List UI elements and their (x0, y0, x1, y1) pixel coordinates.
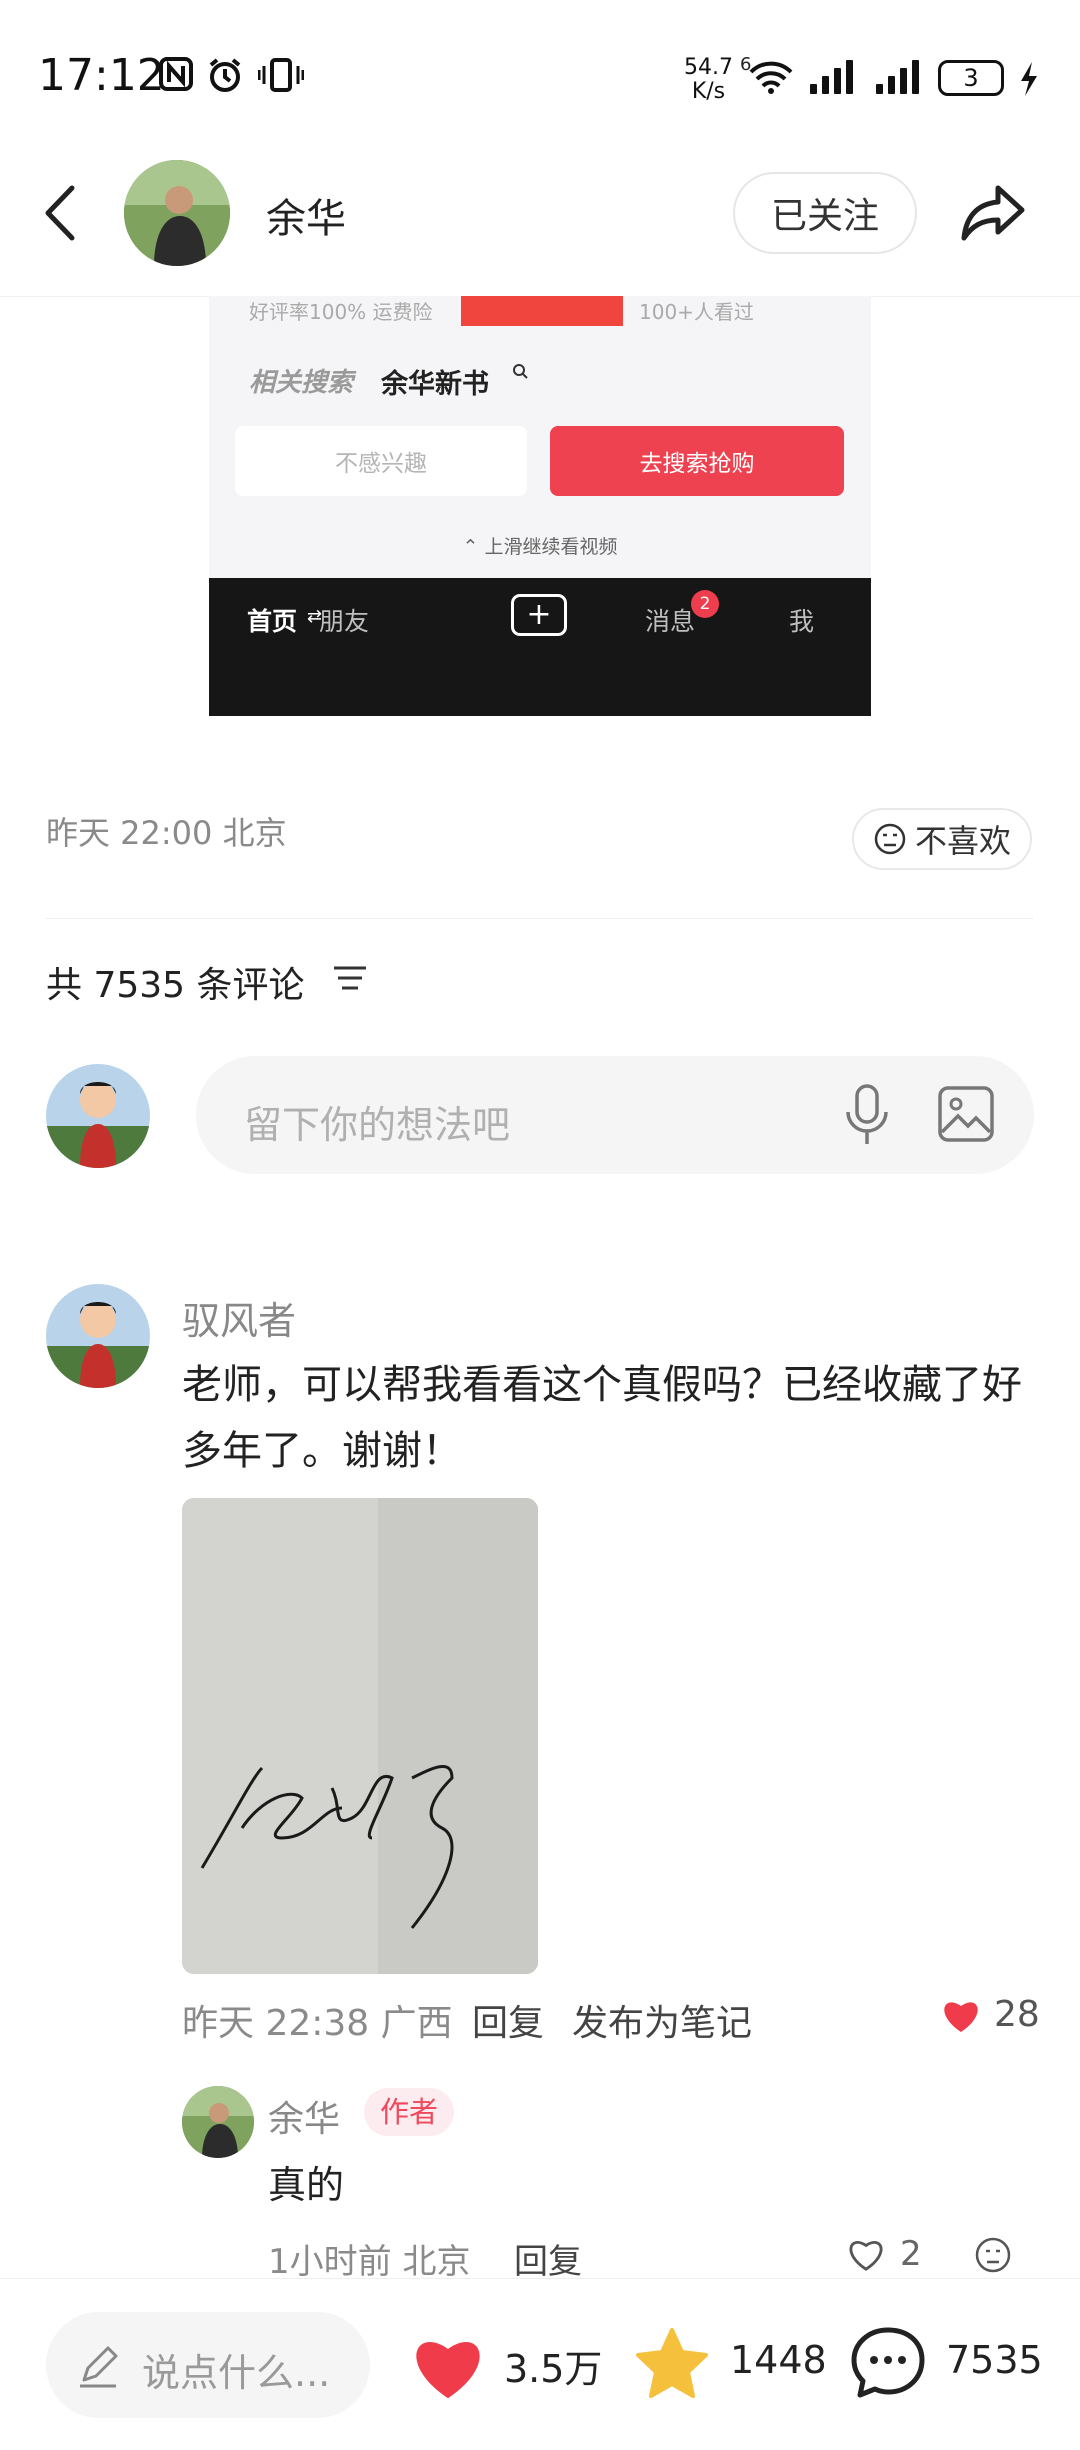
neutral-face-icon (874, 823, 906, 855)
embedded-red-price (461, 296, 623, 326)
reply-reaction-button[interactable] (974, 2236, 1012, 2278)
back-button[interactable] (38, 180, 82, 246)
comment-input-placeholder: 留下你的想法吧 (244, 1103, 511, 1147)
embedded-top-text: 好评率100% 运费险 (249, 300, 433, 324)
nfc-icon (158, 56, 194, 101)
embedded-up-icon: ⌃ (462, 536, 485, 558)
reply-like-button[interactable] (846, 2236, 886, 2276)
comment-bubble-icon (851, 2327, 925, 2398)
reply-time-location: 1小时前 北京 (268, 2242, 471, 2282)
share-button[interactable] (958, 180, 1028, 246)
alarm-icon (206, 56, 244, 103)
heart-filled-icon (944, 2002, 978, 2032)
voice-button[interactable] (840, 1082, 894, 1152)
vibrate-icon (257, 56, 305, 103)
star-filled-icon (636, 2328, 708, 2398)
bottom-comment-input[interactable]: 说点什么... (46, 2312, 370, 2418)
dislike-label: 不喜欢 (914, 822, 1011, 860)
reply-reply-button[interactable]: 回复 (514, 2234, 582, 2283)
embedded-nav-home: 首页 (247, 607, 298, 636)
like-count: 3.5万 (504, 2347, 603, 2391)
my-avatar (46, 1064, 150, 1168)
embedded-message-badge: 2 (691, 590, 719, 618)
embedded-nav-bar: 首页 ⇄ 朋友 + 消息 2 我 (209, 578, 871, 716)
post-image[interactable]: 好评率100% 运费险 100+人看过 相关搜索 余华新书 不感兴趣 去搜索抢购… (209, 296, 871, 716)
publish-as-note-button[interactable]: 发布为笔记 (572, 1994, 752, 2046)
embedded-related-term: 余华新书 (381, 369, 489, 400)
favorite-button[interactable] (632, 2324, 712, 2408)
pen-icon (74, 2342, 122, 2394)
comment-time-location: 昨天 22:38 广西 (182, 2003, 453, 2044)
author-name[interactable]: 余华 (266, 186, 346, 244)
neutral-face-icon (975, 2237, 1011, 2273)
reply-avatar[interactable] (182, 2086, 254, 2158)
embedded-nav-me: 我 (789, 607, 815, 636)
status-bar: 17:12 54.7 K/s 6 3 (0, 0, 1080, 150)
section-divider (46, 918, 1033, 919)
comment-image[interactable] (182, 1498, 538, 1974)
comment-total: 7535 (946, 2338, 1043, 2382)
embedded-nav-messages: 消息 (645, 607, 696, 636)
sort-button[interactable] (332, 964, 368, 998)
reply-user-name[interactable]: 余华 (268, 2090, 340, 2142)
embedded-not-interested: 不感兴趣 (235, 426, 527, 496)
image-icon (938, 1086, 994, 1142)
net-speed: 54.7 K/s (684, 55, 733, 104)
like-button[interactable] (408, 2330, 488, 2406)
comments-button[interactable] (848, 2322, 928, 2406)
comment-like-count: 28 (994, 1994, 1040, 2035)
comment-count: 共 7535 条评论 (46, 965, 305, 1006)
commenter-avatar[interactable] (46, 1284, 150, 1388)
embedded-related-label: 相关搜索 (249, 368, 354, 398)
charging-icon (1018, 60, 1040, 102)
microphone-icon (846, 1084, 888, 1144)
back-arrow-icon (45, 185, 75, 241)
embedded-search-buy: 去搜索抢购 (550, 426, 844, 496)
commenter-name[interactable]: 驭风者 (182, 1290, 296, 1345)
dislike-button[interactable]: 不喜欢 (852, 808, 1032, 870)
embedded-nav-friends: 朋友 (319, 607, 370, 636)
signal-icon-1 (810, 58, 856, 94)
embedded-scroll-hint: ⌃ 上滑继续看视频 (462, 536, 618, 558)
wifi-icon (748, 58, 794, 100)
sort-icon (334, 966, 366, 990)
author-tag: 作者 (364, 2088, 455, 2136)
heart-filled-icon (416, 2342, 480, 2399)
embedded-search-icon (511, 362, 529, 384)
reply-like-count: 2 (900, 2234, 922, 2274)
favorite-count: 1448 (730, 2338, 827, 2382)
reply-text: 真的 (268, 2163, 345, 2207)
status-time: 17:12 (38, 50, 165, 101)
embedded-nav-plus: + (511, 594, 567, 636)
share-icon (961, 185, 1025, 241)
signature-photo (182, 1498, 538, 1974)
post-time-location: 昨天 22:00 北京 (46, 814, 287, 852)
heart-outline-icon (849, 2240, 883, 2271)
battery-icon: 3 (938, 60, 1004, 96)
comment-text: 老师，可以帮我看看这个真假吗？已经收藏了好多年了。谢谢！ (182, 1362, 1022, 1474)
embedded-view-count: 100+人看过 (639, 300, 754, 324)
bottom-input-placeholder: 说点什么... (142, 2351, 331, 2395)
author-avatar[interactable] (124, 160, 230, 266)
comment-reply-button[interactable]: 回复 (472, 1994, 544, 2046)
comment-input[interactable]: 留下你的想法吧 (196, 1056, 1034, 1174)
following-button[interactable]: 已关注 (733, 172, 917, 254)
comment-like-button[interactable] (940, 1996, 982, 2038)
signal-icon-2 (876, 58, 922, 94)
image-button[interactable] (936, 1084, 996, 1148)
